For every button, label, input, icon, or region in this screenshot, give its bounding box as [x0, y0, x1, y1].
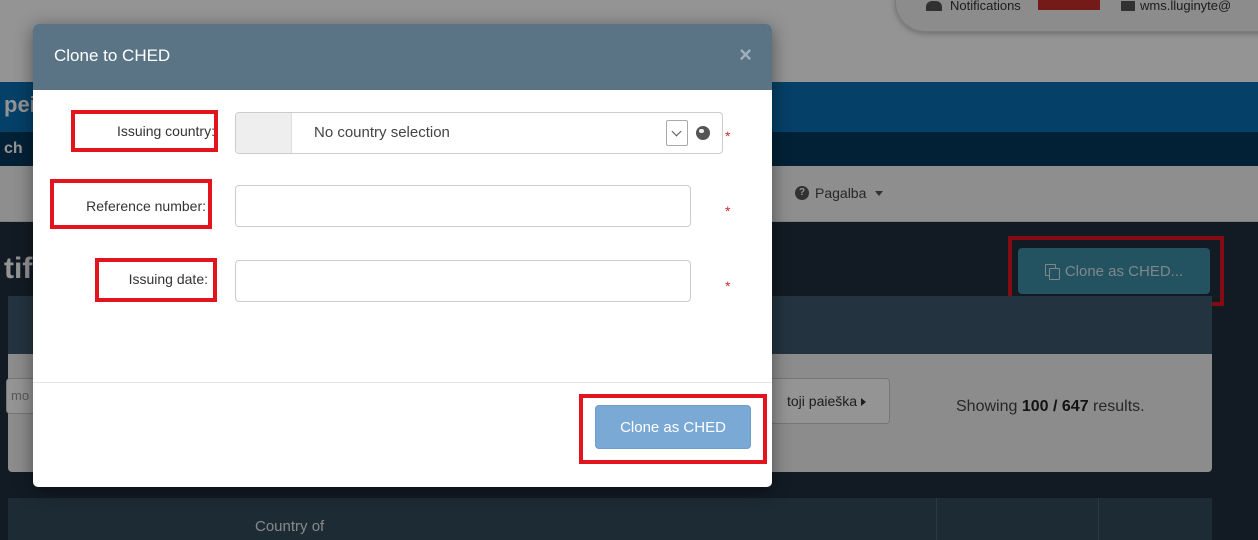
annotation-box-reference-number [50, 179, 212, 229]
chevron-down-icon[interactable] [666, 120, 688, 146]
annotation-box-issuing-date [95, 258, 217, 302]
issuing-country-select[interactable]: No country selection [235, 112, 723, 154]
reference-number-input[interactable] [235, 185, 691, 227]
dialog-header: Clone to CHED × [33, 24, 772, 90]
dialog-title: Clone to CHED [54, 46, 171, 65]
clone-to-ched-dialog: Clone to CHED × Issuing country: No coun… [33, 24, 772, 487]
dialog-footer: Clone as CHED [33, 382, 772, 487]
required-marker: * [725, 278, 731, 294]
reference-number-row: Reference number: * [33, 179, 772, 229]
issuing-country-value: No country selection [314, 124, 450, 141]
issuing-country-row: Issuing country: No country selection * [33, 110, 772, 154]
country-flag-addon [236, 113, 292, 153]
close-icon[interactable]: × [739, 42, 752, 68]
globe-icon[interactable] [696, 126, 710, 140]
annotation-box-submit-button [579, 394, 767, 464]
annotation-box-issuing-country [71, 110, 218, 152]
issuing-date-row: Issuing date: * [33, 258, 772, 302]
issuing-date-input[interactable] [235, 260, 691, 302]
required-marker: * [725, 128, 731, 144]
required-marker: * [725, 203, 731, 219]
